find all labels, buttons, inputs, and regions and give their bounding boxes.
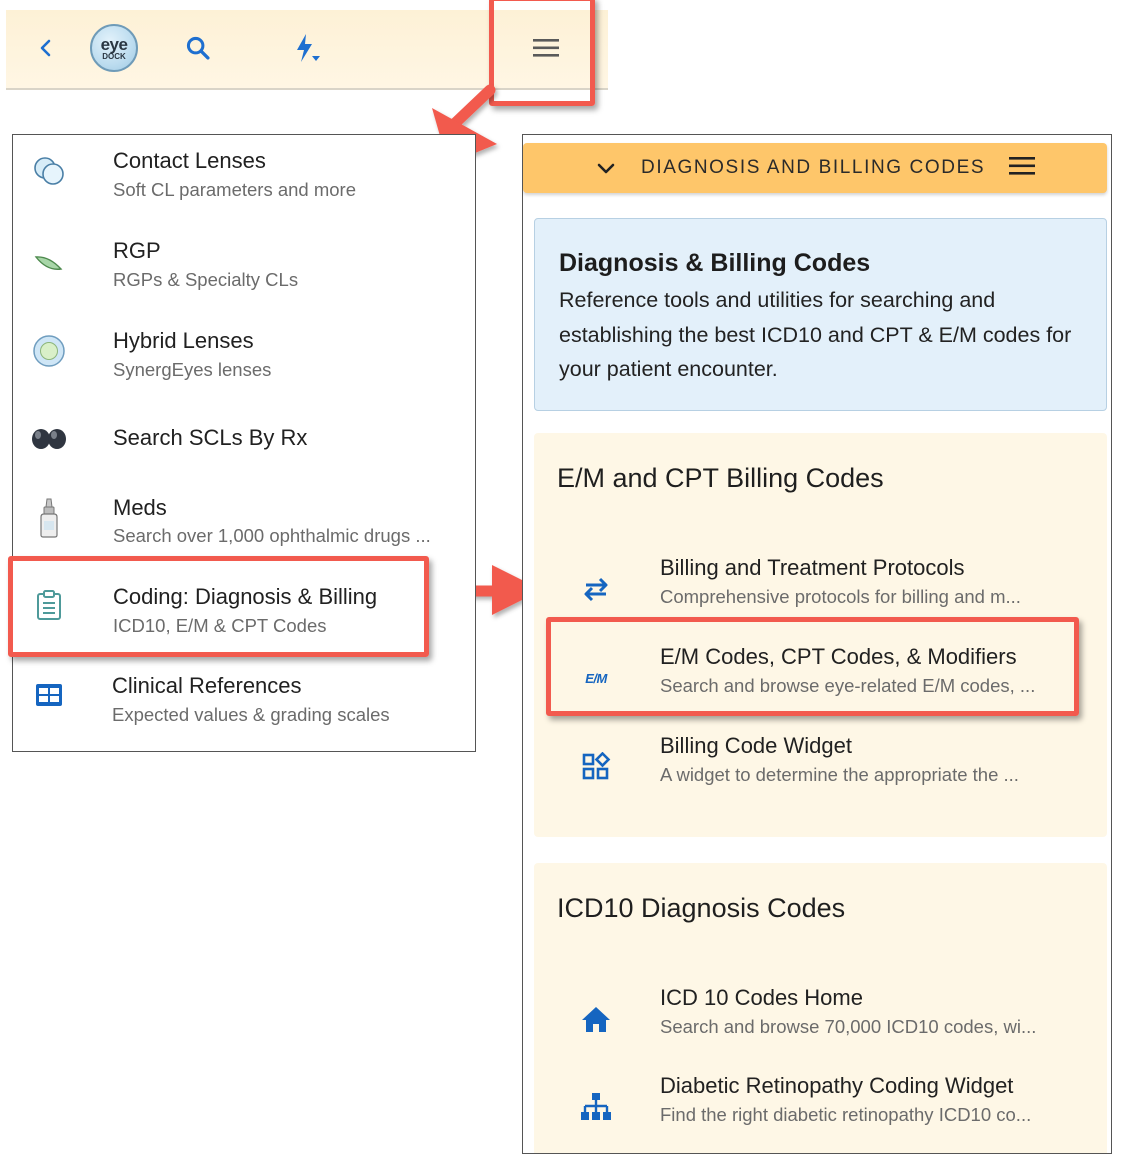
menu-item-search-scls[interactable]: Search SCLs By Rx bbox=[13, 405, 473, 475]
hierarchy-icon bbox=[576, 1087, 616, 1127]
menu-item-subtitle: Expected values & grading scales bbox=[112, 704, 390, 725]
back-button[interactable] bbox=[28, 10, 64, 86]
menu-item-subtitle: RGPs & Specialty CLs bbox=[113, 269, 299, 290]
item-subtitle: Search and browse 70,000 ICD10 codes, wi… bbox=[660, 1016, 1037, 1037]
item-title: ICD 10 Codes Home bbox=[660, 985, 863, 1010]
menu-item-contact-lenses[interactable]: Contact Lenses Soft CL parameters and mo… bbox=[13, 135, 473, 223]
flash-dropdown-icon bbox=[297, 34, 320, 62]
section-title: E/M and CPT Billing Codes bbox=[557, 463, 884, 493]
item-title: Diabetic Retinopathy Coding Widget bbox=[660, 1073, 1014, 1098]
info-body: Reference tools and utilities for search… bbox=[559, 288, 1072, 381]
search-icon bbox=[186, 36, 210, 60]
menu-item-title: Contact Lenses bbox=[113, 148, 266, 173]
panel-menu-button[interactable] bbox=[1008, 155, 1038, 179]
contact-lenses-icon bbox=[31, 153, 67, 189]
menu-item-subtitle: SynergEyes lenses bbox=[113, 359, 272, 380]
item-title: Billing and Treatment Protocols bbox=[660, 555, 965, 580]
info-title: Diagnosis & Billing Codes bbox=[559, 249, 871, 277]
back-chevron-icon bbox=[40, 39, 51, 57]
menu-item-rgp[interactable]: RGP RGPs & Specialty CLs bbox=[13, 225, 473, 313]
home-icon bbox=[576, 999, 616, 1039]
item-subtitle: A widget to determine the appropriate th… bbox=[660, 764, 1019, 785]
item-billing-code-widget[interactable]: Billing Code Widget A widget to determin… bbox=[534, 733, 1107, 803]
item-billing-treatment-protocols[interactable]: Billing and Treatment Protocols Comprehe… bbox=[534, 555, 1107, 625]
widgets-icon bbox=[576, 747, 616, 787]
logo-text-bottom: DOCK bbox=[102, 51, 126, 61]
logo-text-top: eye bbox=[100, 34, 128, 54]
item-icd10-home[interactable]: ICD 10 Codes Home Search and browse 70,0… bbox=[534, 985, 1107, 1055]
menu-item-title: Search SCLs By Rx bbox=[113, 425, 308, 450]
swap-arrows-icon bbox=[576, 569, 616, 609]
section-icd10: ICD10 Diagnosis Codes ICD 10 Codes Home … bbox=[534, 863, 1107, 1153]
hybrid-lens-icon bbox=[31, 333, 67, 369]
eye-drop-bottle-icon bbox=[31, 495, 67, 541]
eyedock-logo: eye DOCK bbox=[90, 24, 138, 72]
item-subtitle: Comprehensive protocols for billing and … bbox=[660, 586, 1021, 607]
lens-pair-icon bbox=[31, 421, 67, 457]
item-diabetic-retinopathy-widget[interactable]: Diabetic Retinopathy Coding Widget Find … bbox=[534, 1073, 1107, 1143]
collapse-button[interactable] bbox=[595, 157, 617, 179]
menu-button-highlight bbox=[489, 0, 595, 106]
chevron-down-icon bbox=[597, 163, 615, 174]
coding-item-highlight bbox=[8, 556, 429, 657]
item-title: Billing Code Widget bbox=[660, 733, 852, 758]
section-title: ICD10 Diagnosis Codes bbox=[557, 893, 846, 923]
menu-item-subtitle: Search over 1,000 ophthalmic drugs ... bbox=[113, 525, 431, 546]
menu-item-title: Meds bbox=[113, 495, 167, 520]
info-card: Diagnosis & Billing Codes Reference tool… bbox=[534, 218, 1107, 411]
eyedock-logo-button[interactable]: eye DOCK bbox=[88, 10, 140, 86]
menu-item-title: Hybrid Lenses bbox=[113, 328, 254, 353]
quick-actions-button[interactable] bbox=[286, 10, 326, 86]
search-button[interactable] bbox=[178, 10, 218, 86]
menu-item-subtitle: Soft CL parameters and more bbox=[113, 179, 357, 200]
menu-item-meds[interactable]: Meds Search over 1,000 ophthalmic drugs … bbox=[13, 481, 473, 561]
panel-header-title: DIAGNOSIS AND BILLING CODES bbox=[641, 157, 986, 178]
table-icon bbox=[31, 677, 67, 713]
hamburger-menu-icon bbox=[1009, 157, 1035, 175]
menu-item-title: Clinical References bbox=[112, 673, 302, 698]
main-menu-panel: Contact Lenses Soft CL parameters and mo… bbox=[12, 134, 476, 752]
menu-item-hybrid-lenses[interactable]: Hybrid Lenses SynergEyes lenses bbox=[13, 315, 473, 403]
em-codes-highlight bbox=[546, 617, 1079, 716]
rgp-lens-icon bbox=[31, 243, 67, 279]
panel-header: DIAGNOSIS AND BILLING CODES bbox=[523, 143, 1107, 193]
item-subtitle: Find the right diabetic retinopathy ICD1… bbox=[660, 1104, 1032, 1125]
menu-item-title: RGP bbox=[113, 238, 161, 263]
menu-item-clinical-references[interactable]: Clinical References Expected values & gr… bbox=[13, 657, 473, 741]
